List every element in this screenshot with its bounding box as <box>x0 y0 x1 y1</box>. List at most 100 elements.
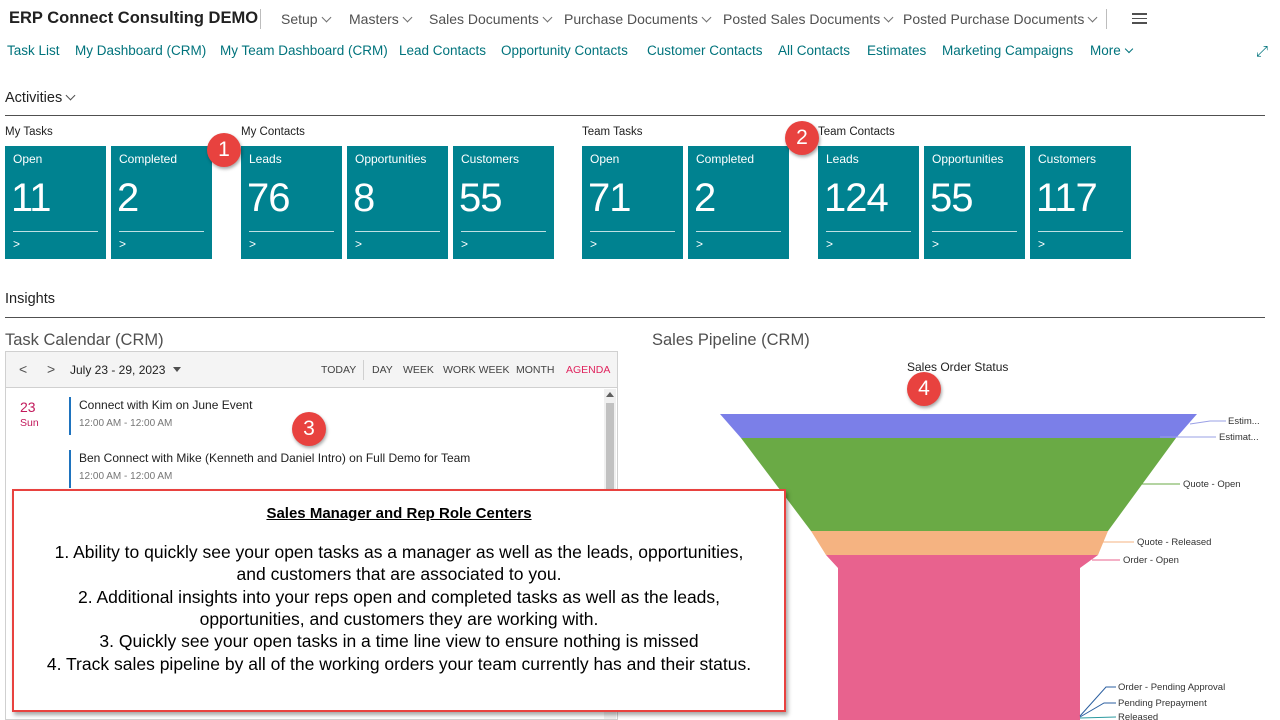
caret-down-icon <box>173 367 182 372</box>
chevron-right-icon: > <box>826 237 834 251</box>
task-calendar-title[interactable]: Task Calendar (CRM) <box>5 331 164 350</box>
menu-sales-documents[interactable]: Sales Documents <box>429 11 553 27</box>
activities-header[interactable]: Activities <box>5 90 76 106</box>
funnel-label: Order - Pending Approval <box>1118 682 1225 693</box>
section-divider <box>5 115 1265 116</box>
menu-masters[interactable]: Masters <box>349 11 413 27</box>
tile-team-completed-tasks[interactable]: Completed 2 > <box>688 146 789 259</box>
funnel-segment-quote-open <box>741 438 1176 531</box>
tile-my-customers[interactable]: Customers 55 > <box>453 146 554 259</box>
group-team-tasks: Team Tasks <box>582 126 643 138</box>
funnel-label: Released <box>1118 712 1158 720</box>
chevron-down-icon <box>321 12 332 23</box>
insights-header[interactable]: Insights <box>5 291 55 307</box>
tile-team-opportunities[interactable]: Opportunities 55 > <box>924 146 1025 259</box>
chevron-right-icon: > <box>249 237 257 251</box>
chevron-right-icon: > <box>13 237 21 251</box>
app-title[interactable]: ERP Connect Consulting DEMO <box>9 9 258 28</box>
callout-badge-3: 3 <box>292 412 326 446</box>
funnel-segment-quote-released <box>811 531 1108 555</box>
top-bar: ERP Connect Consulting DEMO Setup Master… <box>0 0 1280 38</box>
chevron-left-icon[interactable]: < <box>19 361 27 377</box>
tile-my-opportunities[interactable]: Opportunities 8 > <box>347 146 448 259</box>
callout-badge-1: 1 <box>207 133 241 167</box>
chevron-down-icon <box>65 90 76 101</box>
tile-team-open-tasks[interactable]: Open 71 > <box>582 146 683 259</box>
menu-posted-sales-documents[interactable]: Posted Sales Documents <box>723 11 894 27</box>
callout-item-2: 2. Additional insights into your reps op… <box>77 587 721 629</box>
leader-line <box>1079 716 1117 719</box>
calendar-event[interactable]: Connect with Kim on June Event 12:00 AM … <box>69 397 589 435</box>
funnel-label: Quote - Open <box>1183 479 1241 490</box>
chevron-down-icon <box>1087 12 1098 23</box>
chevron-down-icon <box>402 12 413 23</box>
view-week-button[interactable]: WEEK <box>403 364 434 376</box>
nav-my-team-dashboard[interactable]: My Team Dashboard (CRM) <box>220 43 388 58</box>
funnel-segment-estimate <box>720 414 1197 438</box>
tile-my-completed-tasks[interactable]: Completed 2 > <box>111 146 212 259</box>
menu-purchase-documents[interactable]: Purchase Documents <box>564 11 712 27</box>
view-today-button[interactable]: TODAY <box>321 364 356 376</box>
tile-my-open-tasks[interactable]: Open 11 > <box>5 146 106 259</box>
nav-opportunity-contacts[interactable]: Opportunity Contacts <box>501 43 628 58</box>
funnel-segment-order-open <box>826 555 1098 720</box>
nav-marketing-campaigns[interactable]: Marketing Campaigns <box>942 43 1073 58</box>
view-agenda-button[interactable]: AGENDA <box>566 364 610 376</box>
chevron-right-icon: > <box>590 237 598 251</box>
nav-more[interactable]: More <box>1090 43 1134 58</box>
sales-pipeline-title[interactable]: Sales Pipeline (CRM) <box>652 331 810 350</box>
tile-team-leads[interactable]: Leads 124 > <box>818 146 919 259</box>
nav-task-list[interactable]: Task List <box>7 43 60 58</box>
funnel-label: Pending Prepayment <box>1118 698 1207 709</box>
divider <box>260 9 261 29</box>
menu-posted-purchase-documents[interactable]: Posted Purchase Documents <box>903 11 1098 27</box>
leader-line <box>1079 686 1116 717</box>
chevron-down-icon <box>701 12 712 23</box>
chevron-right-icon: > <box>461 237 469 251</box>
chevron-down-icon <box>1124 44 1134 54</box>
tile-my-leads[interactable]: Leads 76 > <box>241 146 342 259</box>
nav-all-contacts[interactable]: All Contacts <box>778 43 850 58</box>
funnel-label: Estimat... <box>1219 432 1259 443</box>
funnel-label: Order - Open <box>1123 555 1179 566</box>
nav-estimates[interactable]: Estimates <box>867 43 926 58</box>
funnel-label: Quote - Released <box>1137 537 1211 548</box>
callout-badge-4: 4 <box>907 372 941 406</box>
tile-team-customers[interactable]: Customers 117 > <box>1030 146 1131 259</box>
agenda-day-number: 23 <box>20 399 36 415</box>
chevron-right-icon: > <box>932 237 940 251</box>
view-day-button[interactable]: DAY <box>372 364 393 376</box>
view-month-button[interactable]: MONTH <box>516 364 555 376</box>
callout-badge-2: 2 <box>785 121 819 155</box>
nav-lead-contacts[interactable]: Lead Contacts <box>399 43 486 58</box>
callout-item-1: 1. Ability to quickly see your open task… <box>54 542 744 584</box>
chevron-right-icon: > <box>1038 237 1046 251</box>
group-my-contacts: My Contacts <box>241 126 305 138</box>
section-divider <box>5 317 1265 318</box>
chevron-right-icon[interactable]: > <box>47 361 55 377</box>
callout-item-4: 4. Track sales pipeline by all of the wo… <box>46 654 752 674</box>
menu-setup[interactable]: Setup <box>281 11 332 27</box>
date-range-picker[interactable]: July 23 - 29, 2023 <box>70 363 182 377</box>
agenda-day-name: Sun <box>20 417 39 429</box>
chevron-right-icon: > <box>696 237 704 251</box>
calendar-toolbar: < > July 23 - 29, 2023 TODAY DAY WEEK WO… <box>6 352 617 388</box>
scroll-up-icon[interactable] <box>606 392 614 397</box>
nav-my-dashboard[interactable]: My Dashboard (CRM) <box>75 43 206 58</box>
chevron-right-icon: > <box>355 237 363 251</box>
callout-item-3: 3. Quickly see your open tasks in a time… <box>99 631 699 651</box>
calendar-event[interactable]: Ben Connect with Mike (Kenneth and Danie… <box>69 450 589 488</box>
hamburger-menu-icon[interactable] <box>1132 13 1147 25</box>
divider <box>1106 9 1107 29</box>
chevron-down-icon <box>883 12 894 23</box>
leader-line <box>1189 420 1226 425</box>
navigation-bar: Task List My Dashboard (CRM) My Team Das… <box>0 41 1280 63</box>
callout-title: Sales Manager and Rep Role Centers <box>266 505 532 522</box>
funnel-label: Estim... <box>1228 416 1260 427</box>
view-work-week-button[interactable]: WORK WEEK <box>443 364 510 376</box>
group-my-tasks: My Tasks <box>5 126 53 138</box>
expand-icon[interactable]: ⤢ <box>1256 43 1268 60</box>
nav-customer-contacts[interactable]: Customer Contacts <box>647 43 763 58</box>
chevron-down-icon <box>542 12 553 23</box>
group-team-contacts: Team Contacts <box>818 126 895 138</box>
